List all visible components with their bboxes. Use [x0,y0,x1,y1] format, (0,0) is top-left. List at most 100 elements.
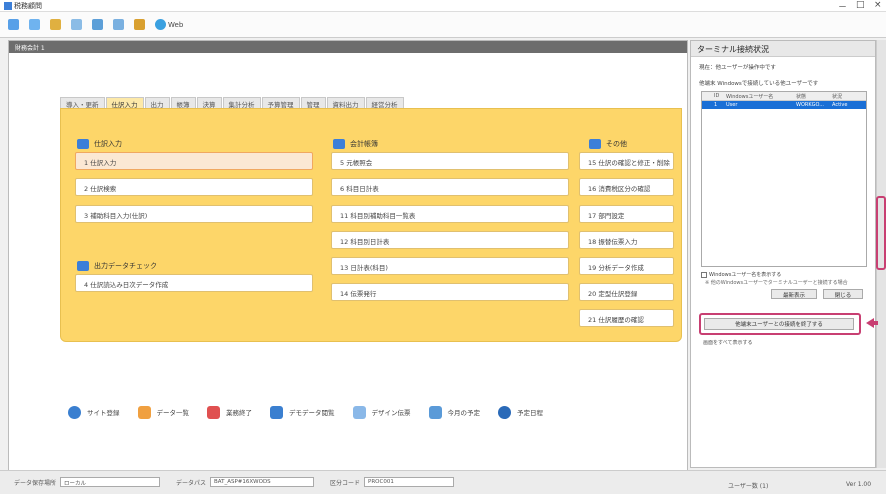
menu-item[interactable]: 4 仕訳読込み日次データ作成 [75,274,313,292]
menu-item[interactable]: 13 日計表(科目) [331,257,569,275]
shortcut-5[interactable]: 今月の予定 [428,405,480,419]
section-icon [589,139,601,149]
menu-item[interactable]: 12 科目別日計表 [331,231,569,249]
tab-9[interactable]: 経営分析 [365,97,404,109]
tab-5[interactable]: 集計分析 [222,97,261,109]
window-title: 税務顧問 [14,2,42,10]
connection-grid[interactable]: ID Windowsユーザー名 状態 状況 1 User WORKGO... A… [701,91,867,267]
status-bar: データ保存場所 ローカル データパス BAT_ASP#16XWODS 区分コード PR… [0,470,886,494]
checkbox[interactable] [701,271,707,278]
tab-1[interactable]: 仕訳入力 [105,97,144,109]
main-panel-header: 財務会計 1 [9,41,687,53]
menu-item[interactable]: 6 科目日計表 [331,178,569,196]
toolbar-refresh[interactable] [69,19,86,30]
disconnect-terminal-button[interactable]: 他端末ユーザーとの接続を終了する [704,318,854,330]
folder-icon [29,19,40,30]
calendar-icon [428,405,442,419]
globe-icon [68,405,81,419]
shortcut-3[interactable]: デモデータ閲覧 [270,405,335,419]
menu-area: 仕訳入力 1 仕訳入力 2 仕訳検索 3 補助科目入力(仕訳) 出力データチェッ… [60,108,682,342]
section-icon [77,139,89,149]
app-icon [4,2,12,10]
maximize-button[interactable]: □ [856,0,865,10]
menu-tabs: 導入・更新 仕訳入力 出力 帳簿 決算 集計分析 予算管理 管理 資料出力 経営… [60,97,404,109]
menu-item[interactable]: 19 分析データ作成 [579,257,674,275]
menu-item[interactable]: 18 振替伝票入力 [579,231,674,249]
user-count: ユーザー数 (1) [728,483,769,490]
refresh-icon [71,19,82,30]
section-col3: その他 [589,139,627,149]
info-text-1: 現在：他ユーザーが操作中です [699,65,776,71]
person-icon [498,405,511,419]
tab-3[interactable]: 帳簿 [170,97,196,109]
close-panel-button[interactable]: 閉じる [823,289,863,299]
menu-item[interactable]: 15 仕訳の確認と修正・削除 [579,152,674,170]
note-text: ※ 他のWindowsユーザーでターミナルユーザーと接続する場合 [705,280,848,286]
menu-item[interactable]: 17 部門設定 [579,205,674,223]
version-label: Ver 1.00 [846,481,872,488]
window-titlebar: 税務顧問 － □ × [0,0,886,13]
info-text-2: 他端末 Windowsで接続している他ユーザーです [699,81,819,87]
menu-item[interactable]: 2 仕訳検索 [75,178,313,196]
tab-4[interactable]: 決算 [196,97,222,109]
calendar-icon [113,19,124,30]
home-icon [8,19,19,30]
section-icon [77,261,89,271]
section-col1b: 出力データチェック [77,261,157,271]
shortcut-0[interactable]: サイト登録 [68,405,120,419]
status-field-code: 区分コード PROC001 [330,477,455,487]
menu-item[interactable]: 20 定型仕訳登録 [579,283,674,301]
toolbar-home[interactable] [6,19,23,30]
section-col2: 会計帳簿 [333,139,378,149]
grid-header: ID Windowsユーザー名 状態 状況 [702,92,866,101]
list-icon [137,405,151,419]
highlight-box: 他端末ユーザーとの接続を終了する [699,313,861,335]
menu-item[interactable]: 21 仕訳履歴の確認 [579,309,674,327]
menu-item[interactable]: 16 消費税区分の確認 [579,178,674,196]
tab-8[interactable]: 資料出力 [326,97,365,109]
menu-item[interactable]: 5 元帳照会 [331,152,569,170]
toolbar-document[interactable] [48,19,65,30]
side-strip [876,40,886,468]
menu-item[interactable]: 3 補助科目入力(仕訳) [75,205,313,223]
tab-0[interactable]: 導入・更新 [60,97,105,109]
shortcut-2[interactable]: 業務終了 [207,405,252,419]
status-field-storage: データ保存場所 ローカル [14,477,161,487]
menu-item[interactable]: 1 仕訳入力 [75,152,313,170]
menu-item[interactable]: 11 科目別補助科目一覧表 [331,205,569,223]
toolbar-help[interactable]: Web [153,19,185,30]
shortcut-1[interactable]: データ一覧 [137,405,189,419]
arrow-left-icon [866,318,878,328]
close-button[interactable]: × [874,0,882,10]
tab-6[interactable]: 予算管理 [261,97,300,109]
shortcut-4[interactable]: デザイン伝票 [352,405,411,419]
code-field[interactable]: PROC001 [364,477,455,487]
toolbar-settings[interactable] [132,19,149,30]
grid-row[interactable]: 1 User WORKGO... Active [702,101,866,109]
tab-2[interactable]: 出力 [144,97,170,109]
print-icon [352,405,366,419]
show-username-checkbox[interactable]: Windowsユーザー名を表示する [701,271,781,278]
toolbar-folder[interactable] [27,19,44,30]
toolbar: Web [0,12,886,38]
close-square-icon [207,405,220,419]
toolbar-calendar[interactable] [111,19,128,30]
status-field-path: データパス BAT_ASP#16XWODS [176,477,315,487]
shortcut-6[interactable]: 予定日程 [498,405,543,419]
sublabel: 画面をすべて表示する [703,340,753,346]
menu-item[interactable]: 14 伝票発行 [331,283,569,301]
terminal-status-panel: ターミナル接続状況 現在：他ユーザーが操作中です 他端末 Windowsで接続し… [690,40,876,468]
panel-title: ターミナル接続状況 [691,41,875,57]
help-icon [155,19,166,30]
refresh-button[interactable]: 最新表示 [771,289,817,299]
chart-icon [92,19,103,30]
side-highlight [876,196,886,270]
tab-7[interactable]: 管理 [300,97,326,109]
toolbar-chart[interactable] [90,19,107,30]
section-icon [333,139,345,149]
search-icon [270,405,283,419]
document-icon [50,19,61,30]
path-select[interactable]: BAT_ASP#16XWODS [210,477,315,487]
section-col1: 仕訳入力 [77,139,122,149]
storage-select[interactable]: ローカル [60,477,161,487]
